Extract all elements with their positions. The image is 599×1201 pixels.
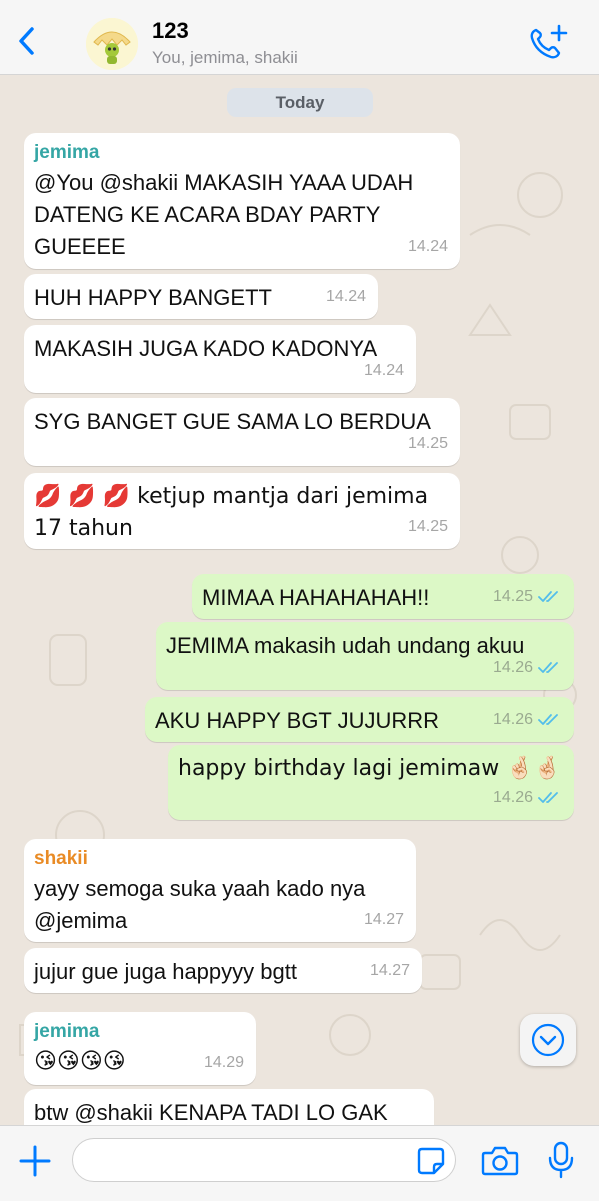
plus-icon xyxy=(19,1145,51,1177)
incoming-message[interactable]: btw @shakii KENAPA TADI LO GAK xyxy=(24,1089,434,1125)
scroll-to-bottom-button[interactable] xyxy=(520,1014,576,1066)
message-meta: 14.26 xyxy=(493,782,562,814)
read-receipt-icon xyxy=(538,714,558,725)
avatar-image xyxy=(86,18,138,70)
message-meta: 14.25 xyxy=(493,581,562,613)
message-meta: 14.26 xyxy=(493,704,562,736)
microphone-icon xyxy=(548,1141,574,1179)
add-call-button[interactable] xyxy=(526,22,570,62)
message-text: yayy semoga suka yaah kado nya @jemima xyxy=(34,876,366,933)
read-receipt-icon xyxy=(538,662,558,673)
message-text: MAKASIH JUGA KADO KADONYA xyxy=(34,336,378,361)
message-time: 14.24 xyxy=(407,238,448,255)
message-text: 💋 💋 💋 ketjup mantja dari jemima 17 tahun xyxy=(34,484,429,541)
incoming-message[interactable]: jemima 😘😘😘😘 14.29 xyxy=(24,1012,256,1085)
chevron-left-icon xyxy=(19,27,34,55)
incoming-message[interactable]: SYG BANGET GUE SAMA LO BERDUA 14.25 xyxy=(24,398,460,466)
sticker-icon xyxy=(417,1147,445,1175)
message-time: 14.25 xyxy=(492,588,533,605)
message-time: 14.27 xyxy=(363,911,404,928)
sender-name[interactable]: shakii xyxy=(34,847,406,871)
read-receipt-icon xyxy=(538,591,558,602)
chat-title[interactable]: 123 xyxy=(152,18,189,44)
message-time: 14.26 xyxy=(492,789,533,806)
message-time: 14.29 xyxy=(203,1054,244,1071)
sender-name[interactable]: jemima xyxy=(34,1020,246,1044)
message-text: btw @shakii KENAPA TADI LO GAK xyxy=(34,1100,388,1125)
group-avatar[interactable] xyxy=(86,18,138,70)
incoming-message[interactable]: shakii yayy semoga suka yaah kado nya @j… xyxy=(24,839,416,942)
composer-bar xyxy=(0,1125,599,1201)
camera-button[interactable] xyxy=(480,1144,520,1178)
read-receipt-icon xyxy=(538,792,558,803)
message-time: 14.24 xyxy=(325,288,366,305)
incoming-message[interactable]: MAKASIH JUGA KADO KADONYA 14.24 xyxy=(24,325,416,393)
incoming-message[interactable]: jujur gue juga happyyy bgtt 14.27 xyxy=(24,948,422,993)
message-text: happy birthday lagi jemimaw 🤞🏻🤞🏻 xyxy=(178,756,562,781)
message-time: 14.25 xyxy=(407,518,448,535)
sender-name[interactable]: jemima xyxy=(34,141,450,165)
message-time: 14.25 xyxy=(407,435,448,452)
message-input[interactable] xyxy=(72,1138,456,1182)
message-text: SYG BANGET GUE SAMA LO BERDUA xyxy=(34,409,431,434)
chevron-down-icon xyxy=(531,1023,565,1057)
message-list[interactable]: Today jemima @You @shakii MAKASIH YAAA U… xyxy=(0,75,599,1125)
camera-icon xyxy=(481,1146,519,1176)
incoming-message[interactable]: 💋 💋 💋 ketjup mantja dari jemima 17 tahun… xyxy=(24,473,460,549)
message-time: 14.27 xyxy=(369,962,410,979)
date-separator: Today xyxy=(227,88,373,117)
message-text: HUH HAPPY BANGETT xyxy=(34,285,272,310)
outgoing-message[interactable]: MIMAA HAHAHAHAH!! 14.25 xyxy=(192,574,574,619)
attach-button[interactable] xyxy=(16,1142,54,1180)
message-time: 14.26 xyxy=(492,711,533,728)
outgoing-message[interactable]: happy birthday lagi jemimaw 🤞🏻🤞🏻 14.26 xyxy=(168,745,574,820)
voice-message-button[interactable] xyxy=(546,1140,576,1180)
incoming-message[interactable]: jemima @You @shakii MAKASIH YAAA UDAH DA… xyxy=(24,133,460,269)
message-text: jujur gue juga happyyy bgtt xyxy=(34,959,297,984)
add-call-icon xyxy=(530,24,568,59)
chat-participants[interactable]: You, jemima, shakii xyxy=(152,48,298,68)
outgoing-message[interactable]: JEMIMA makasih udah undang akuu 14.26 xyxy=(156,622,574,690)
message-time: 14.26 xyxy=(492,659,533,676)
chat-header: 123 You, jemima, shakii xyxy=(0,0,599,75)
message-text: @You @shakii MAKASIH YAAA UDAH DATENG KE… xyxy=(34,170,414,259)
message-time: 14.24 xyxy=(363,362,404,379)
back-button[interactable] xyxy=(14,24,42,58)
message-meta: 14.26 xyxy=(493,652,562,684)
sticker-button[interactable] xyxy=(416,1146,446,1176)
outgoing-message[interactable]: AKU HAPPY BGT JUJURRR 14.26 xyxy=(145,697,574,742)
incoming-message[interactable]: HUH HAPPY BANGETT 14.24 xyxy=(24,274,378,319)
